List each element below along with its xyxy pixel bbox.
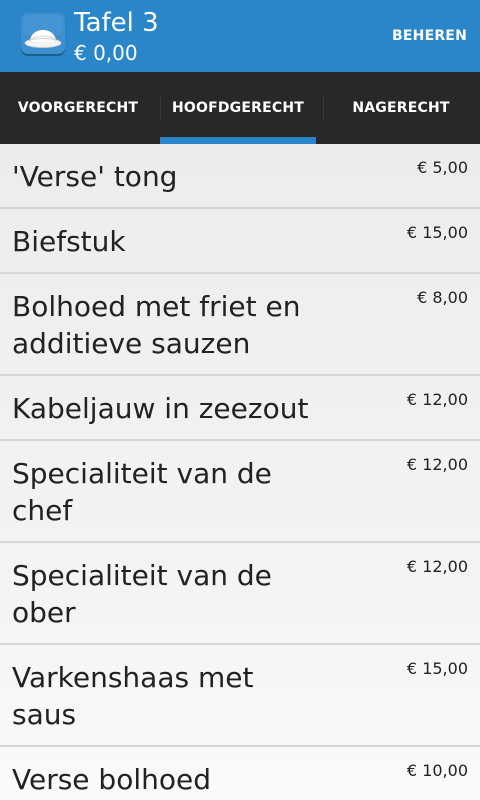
menu-item[interactable]: Specialiteit van de ober € 12,00 <box>0 543 480 645</box>
menu-item-price: € 12,00 <box>406 455 468 474</box>
tab-label: HOOFDGERECHT <box>171 100 305 116</box>
table-total: € 0,00 <box>74 41 138 65</box>
menu-item-price: € 8,00 <box>417 288 468 307</box>
menu-item-price: € 10,00 <box>406 761 468 780</box>
menu-item-price: € 15,00 <box>406 659 468 678</box>
menu-item-price: € 15,00 <box>406 223 468 242</box>
menu-item-price: € 12,00 <box>406 557 468 576</box>
menu-item[interactable]: Biefstuk € 15,00 <box>0 209 480 274</box>
manage-button[interactable]: BEHEREN <box>392 22 467 50</box>
tab-hoofdgerecht[interactable]: HOOFDGERECHT <box>160 72 316 144</box>
menu-list[interactable]: 'Verse' tong € 5,00 Biefstuk € 15,00 Bol… <box>0 144 480 800</box>
menu-item[interactable]: Varkenshaas met saus € 15,00 <box>0 645 480 747</box>
menu-item-price: € 5,00 <box>417 158 468 177</box>
tab-selected-indicator <box>160 137 316 144</box>
bowler-hat-icon[interactable] <box>20 12 66 58</box>
menu-item[interactable]: Verse bolhoed € 10,00 <box>0 747 480 800</box>
tab-label: NAGERECHT <box>352 100 450 116</box>
app-bar: Tafel 3 € 0,00 BEHEREN <box>0 0 480 72</box>
menu-item[interactable]: Kabeljauw in zeezout € 12,00 <box>0 376 480 441</box>
menu-item-name: 'Verse' tong <box>12 160 178 193</box>
menu-item[interactable]: Specialiteit van de chef € 12,00 <box>0 441 480 543</box>
tab-label: VOORGERECHT <box>17 100 139 116</box>
course-tab-bar: VOORGERECHT HOOFDGERECHT NAGERECHT <box>0 72 480 144</box>
tab-voorgerecht[interactable]: VOORGERECHT <box>0 72 156 144</box>
menu-item-name: Bolhoed met friet en additieve sauzen <box>12 290 301 360</box>
menu-item-price: € 12,00 <box>406 390 468 409</box>
menu-item[interactable]: 'Verse' tong € 5,00 <box>0 144 480 209</box>
menu-item[interactable]: Bolhoed met friet en additieve sauzen € … <box>0 274 480 376</box>
tab-nagerecht[interactable]: NAGERECHT <box>323 72 479 144</box>
page-title: Tafel 3 <box>74 8 159 38</box>
